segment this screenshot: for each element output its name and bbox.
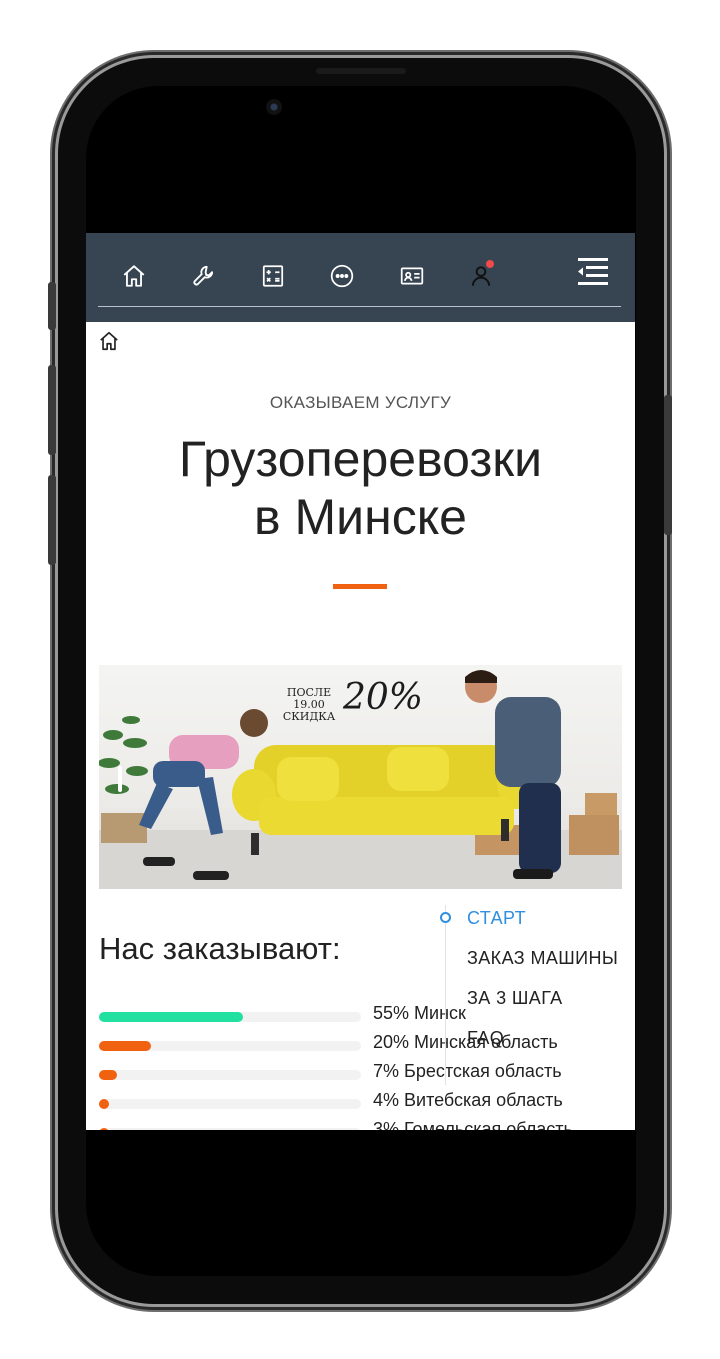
breadcrumb-home-icon[interactable]	[98, 330, 120, 352]
title-line-2: в Минске	[254, 489, 467, 545]
progress-track	[99, 1070, 361, 1080]
progress-track	[99, 1041, 361, 1051]
mute-switch	[48, 282, 56, 330]
scrollspy-item-faq[interactable]: FAQ	[467, 1028, 504, 1049]
earpiece	[316, 68, 406, 74]
contact-card-icon[interactable]	[397, 261, 427, 291]
wrench-icon[interactable]	[189, 261, 219, 291]
progress-fill	[99, 1041, 152, 1051]
chat-icon[interactable]	[327, 261, 357, 291]
progress-track	[99, 1099, 361, 1109]
volume-down-button	[48, 475, 56, 565]
orders-title: Нас заказывают:	[99, 931, 341, 966]
title-line-1: Грузоперевозки	[178, 431, 543, 487]
scrollspy-item-steps[interactable]: ЗА 3 ШАГА	[467, 988, 563, 1009]
volume-up-button	[48, 365, 56, 455]
progress-track	[99, 1128, 361, 1130]
scrollspy-item-start[interactable]: СТАРТ	[467, 908, 526, 929]
progress-fill	[99, 1099, 110, 1109]
hero-eyebrow: ОКАЗЫВАЕМ УСЛУГУ	[269, 393, 452, 412]
top-nav-bar	[86, 233, 635, 322]
promo-text: ПОСЛЕ 19.00 СКИДКА	[281, 687, 337, 723]
menu-icon[interactable]	[572, 255, 612, 291]
scrollspy-nav: СТАРТ ЗАКАЗ МАШИНЫ ЗА 3 ШАГА FAQ	[440, 903, 635, 1103]
order-stat-label: 3% Гомельская область	[373, 1119, 573, 1130]
home-icon[interactable]	[119, 261, 149, 291]
screen: ОКАЗЫВАЕМ УСЛУГУ Грузоперевозки в Минске	[86, 233, 635, 1130]
front-camera	[266, 99, 282, 115]
scrollspy-active-dot	[440, 912, 451, 923]
calculator-icon[interactable]	[258, 261, 288, 291]
progress-fill	[99, 1128, 109, 1130]
order-stat-row: 3% Гомельская область	[99, 1119, 619, 1130]
promo-line-3: СКИДКА	[282, 710, 336, 723]
progress-track	[99, 1012, 361, 1022]
power-button	[664, 395, 672, 535]
notification-dot	[486, 260, 494, 268]
user-icon[interactable]	[466, 260, 496, 291]
page-title: Грузоперевозки в Минске	[86, 430, 635, 546]
promo-percent: 20%	[343, 677, 424, 718]
scrollspy-line	[445, 905, 446, 1085]
hero-banner-image: ПОСЛЕ 19.00 СКИДКА 20%	[99, 665, 622, 889]
title-accent-bar	[333, 584, 387, 589]
progress-fill	[99, 1012, 244, 1022]
scrollspy-item-order[interactable]: ЗАКАЗ МАШИНЫ	[467, 948, 618, 969]
progress-fill	[99, 1070, 118, 1080]
slider-handle[interactable]	[118, 766, 122, 792]
nav-divider	[98, 306, 621, 307]
